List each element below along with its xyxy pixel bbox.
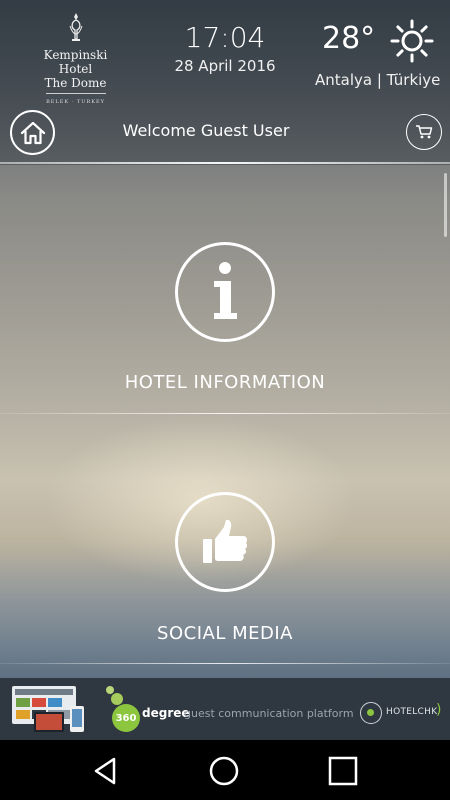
logo-location: BELEK · TURKEY bbox=[46, 99, 105, 105]
logo-divider bbox=[45, 93, 106, 94]
temperature: 28° bbox=[322, 21, 376, 56]
hotelchk-text: HOTELCHK bbox=[386, 707, 438, 717]
devices-icon bbox=[12, 686, 84, 732]
menu-item-label: SOCIAL MEDIA bbox=[157, 623, 293, 644]
header: Kempinski Hotel The Dome BELEK · TURKEY … bbox=[0, 0, 450, 165]
hotelchk-dot bbox=[367, 709, 374, 716]
header-divider bbox=[0, 162, 450, 164]
current-time: 17:04 bbox=[184, 21, 266, 54]
menu-item-label: HOTEL INFORMATION bbox=[124, 372, 326, 393]
android-nav-bar bbox=[0, 740, 450, 800]
logo-line-1: Kempinski Hotel bbox=[43, 48, 108, 76]
cart-button[interactable] bbox=[406, 114, 442, 150]
back-icon[interactable] bbox=[90, 755, 122, 787]
hotelchk-logo: HOTELCHK ) bbox=[360, 702, 442, 726]
crest-icon bbox=[69, 13, 82, 41]
sun-icon bbox=[390, 19, 434, 63]
menu-divider bbox=[0, 663, 450, 664]
weather-location: Antalya | Türkiye bbox=[315, 71, 441, 89]
badge-360: 360 bbox=[112, 704, 140, 732]
menu-item-hotel-information[interactable]: HOTEL INFORMATION bbox=[0, 165, 450, 415]
recents-icon[interactable] bbox=[327, 755, 359, 787]
hotel-logo: Kempinski Hotel The Dome BELEK · TURKEY bbox=[28, 12, 123, 105]
menu-divider bbox=[0, 413, 450, 414]
welcome-message: Welcome Guest User bbox=[122, 121, 290, 140]
clock: 17:04 28 April 2016 bbox=[160, 20, 290, 76]
hotelchk-paren: ) bbox=[436, 702, 442, 718]
menu-item-social-media[interactable]: SOCIAL MEDIA bbox=[0, 415, 450, 665]
menu-list[interactable]: HOTEL INFORMATION SOCIAL MEDIA bbox=[0, 165, 450, 677]
banner-tagline: guest communication platform bbox=[184, 707, 354, 720]
home-circle-icon[interactable] bbox=[208, 755, 240, 787]
current-date: 28 April 2016 bbox=[174, 57, 276, 75]
cart-icon bbox=[416, 125, 433, 139]
info-icon bbox=[175, 242, 275, 342]
app-screen: Kempinski Hotel The Dome BELEK · TURKEY … bbox=[0, 0, 450, 740]
logo-line-2: The Dome bbox=[44, 76, 107, 90]
banner-degree: degree bbox=[142, 706, 190, 720]
thumbs-up-icon bbox=[175, 492, 275, 592]
